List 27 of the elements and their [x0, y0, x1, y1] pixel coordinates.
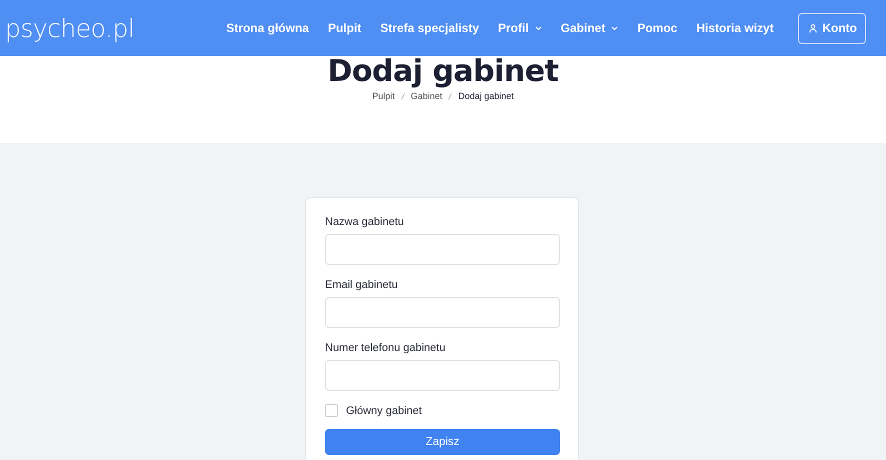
- nav-link[interactable]: Strefa specjalisty: [380, 21, 479, 35]
- field-label: Nazwa gabinetu: [325, 216, 405, 228]
- user-icon: [809, 24, 818, 32]
- checkbox-label: Główny gabinet: [346, 404, 422, 416]
- chevron-down-icon: [534, 26, 542, 30]
- nav-link[interactable]: Strona główna: [226, 21, 309, 35]
- field-label: Email gabinetu: [325, 279, 399, 291]
- input-field[interactable]: [325, 360, 560, 391]
- page-title: Dodaj gabinet: [328, 54, 558, 90]
- breadcrumb-item[interactable]: Pulpit: [372, 91, 395, 101]
- checkbox[interactable]: [325, 404, 338, 417]
- nav-link[interactable]: Profil: [498, 21, 542, 35]
- nav-link[interactable]: Pulpit: [328, 21, 362, 35]
- chevron-down-icon: [611, 26, 618, 30]
- input-field[interactable]: [325, 297, 560, 328]
- breadcrumb-item[interactable]: Gabinet: [410, 91, 442, 101]
- nav-link[interactable]: Historia wizyt: [696, 21, 774, 35]
- breadcrumb-separator-icon: [448, 92, 452, 100]
- save-button[interactable]: Zapisz: [325, 429, 560, 455]
- input-field[interactable]: [325, 234, 560, 265]
- breadcrumb-separator-icon: [400, 92, 405, 100]
- nav-link[interactable]: Gabinet: [560, 21, 618, 35]
- logo[interactable]: psycheo.pl: [5, 14, 134, 42]
- field-label: Numer telefonu gabinetu: [325, 342, 446, 354]
- account-button[interactable]: Konto: [798, 12, 866, 44]
- nav-link[interactable]: Pomoc: [637, 21, 678, 35]
- breadcrumb-item: Dodaj gabinet: [458, 91, 514, 101]
